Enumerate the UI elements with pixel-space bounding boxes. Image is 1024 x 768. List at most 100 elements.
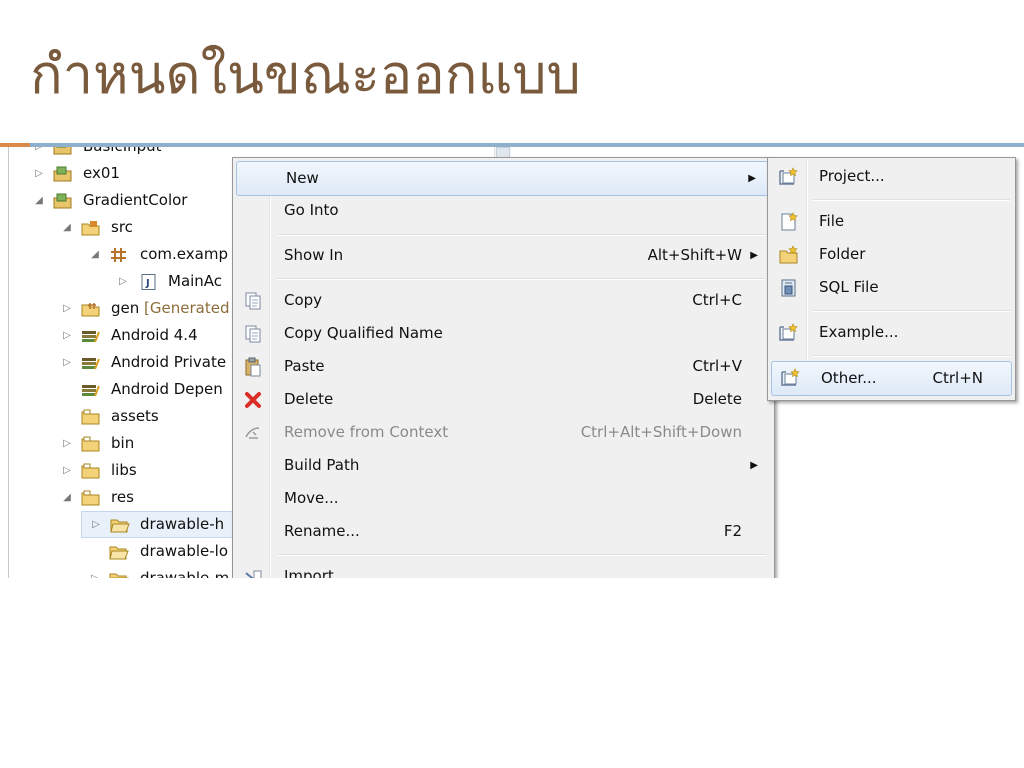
tree-item-label: bin — [111, 434, 135, 452]
tree-item-label: ex01 — [83, 164, 120, 182]
expanded-arrow-icon[interactable]: ◢ — [33, 187, 45, 214]
new-other-icon — [781, 368, 800, 386]
menu-item-label: Copy Qualified Name — [284, 324, 443, 342]
tree-item-label: com.examp — [140, 245, 228, 263]
slide-title: กำหนดในขณะออกแบบ — [30, 43, 581, 106]
android-project-icon — [53, 147, 72, 155]
expanded-arrow-icon[interactable]: ◢ — [61, 214, 73, 241]
submenu-item-label: File — [819, 212, 845, 230]
sql-file-icon — [781, 279, 796, 297]
import-icon — [245, 570, 262, 578]
menu-item-shortcut: F2 — [723, 522, 742, 540]
menu-separator — [277, 554, 765, 556]
collapsed-arrow-icon[interactable]: ▷ — [33, 147, 45, 160]
library-icon — [82, 358, 100, 370]
tree-item-label: MainAc — [168, 272, 223, 290]
menu-item-label: Copy — [284, 291, 323, 309]
collapsed-arrow-icon[interactable]: ▷ — [33, 160, 45, 187]
submenu-separator — [812, 199, 1010, 201]
collapsed-arrow-icon[interactable]: ▷ — [90, 512, 102, 537]
remove-context-icon — [245, 427, 260, 439]
menu-item-build-path[interactable]: Build Path ▶ — [235, 450, 770, 481]
copy-icon — [245, 292, 261, 310]
submenu-separator — [812, 355, 1010, 357]
menu-item-move[interactable]: Move... — [235, 483, 770, 514]
java-file-icon: J — [141, 274, 156, 290]
tree-item-label: Android 4.4 — [111, 326, 198, 344]
submenu-item-other[interactable]: Other... Ctrl+N — [771, 361, 1012, 396]
menu-item-show-in[interactable]: Show In Alt+Shift+W ▶ — [235, 240, 770, 271]
folder-icon — [81, 490, 100, 506]
menu-item-rename[interactable]: Rename... F2 — [235, 516, 770, 547]
menu-item-shortcut: Delete — [692, 390, 742, 408]
library-icon — [82, 331, 100, 343]
menu-item-go-into[interactable]: Go Into — [235, 195, 770, 226]
collapsed-arrow-icon[interactable]: ▷ — [61, 322, 73, 349]
menu-separator — [277, 278, 765, 280]
menu-item-label: Rename... — [284, 522, 360, 540]
tree-item-label: assets — [111, 407, 159, 425]
submenu-arrow-icon: ▶ — [750, 250, 758, 261]
collapsed-arrow-icon[interactable]: ▷ — [89, 565, 101, 578]
menu-item-copy-qualified-name[interactable]: Copy Qualified Name — [235, 318, 770, 349]
tree-item-label: libs — [111, 461, 137, 479]
menu-item-import[interactable]: Import... — [235, 561, 770, 578]
submenu-item-label: Other... — [821, 369, 877, 387]
tree-item-decoration: [Generated — [144, 299, 230, 317]
menu-item-copy[interactable]: Copy Ctrl+C — [235, 285, 770, 316]
submenu-item-label: SQL File — [819, 278, 879, 296]
menu-item-label: New — [286, 169, 319, 187]
expanded-arrow-icon[interactable]: ◢ — [61, 484, 73, 511]
submenu-item-file[interactable]: File — [770, 206, 1011, 237]
package-icon — [111, 248, 126, 262]
expanded-arrow-icon[interactable]: ◢ — [89, 241, 101, 268]
menu-item-paste[interactable]: Paste Ctrl+V — [235, 351, 770, 382]
submenu-item-label: Project... — [819, 167, 885, 185]
collapsed-arrow-icon[interactable]: ▷ — [61, 295, 73, 322]
tree-item-label: BasicInput — [83, 147, 162, 160]
menu-item-remove-from-context[interactable]: Remove from Context Ctrl+Alt+Shift+Down — [235, 417, 770, 448]
menu-item-shortcut: Alt+Shift+W — [647, 246, 742, 264]
menu-item-shortcut: Ctrl+V — [692, 357, 742, 375]
folder-icon — [81, 436, 100, 452]
folder-icon — [81, 463, 100, 479]
menu-item-label: Paste — [284, 357, 325, 375]
tree-item-label: gen — [111, 299, 145, 317]
tree-item-label: Android Depen — [111, 380, 223, 398]
submenu-item-folder[interactable]: Folder — [770, 239, 1011, 270]
collapsed-arrow-icon[interactable]: ▷ — [61, 430, 73, 457]
menu-item-label: Move... — [284, 489, 339, 507]
delete-icon — [245, 392, 261, 408]
submenu-item-sql-file[interactable]: SQL File — [770, 272, 1011, 303]
new-folder-icon — [779, 245, 798, 264]
menu-item-delete[interactable]: Delete Delete — [235, 384, 770, 415]
new-example-icon — [779, 323, 798, 341]
menu-item-label: Build Path — [284, 456, 360, 474]
menu-item-label: Delete — [284, 390, 334, 408]
new-submenu: Project... File Folder SQL File Example.… — [767, 157, 1016, 401]
eclipse-screenshot: ▷ BasicInput ▷ ex01 ◢ GradientColor ◢ sr… — [0, 147, 1024, 578]
context-menu: New ▶ Go Into Show In Alt+Shift+W ▶ Copy… — [232, 157, 775, 578]
android-project-icon — [53, 193, 72, 209]
submenu-item-shortcut: Ctrl+N — [932, 369, 983, 387]
menu-separator — [277, 234, 765, 236]
submenu-arrow-icon: ▶ — [748, 173, 756, 184]
tree-item-label: res — [111, 488, 134, 506]
source-folder-icon — [81, 221, 100, 236]
menu-item-label: Go Into — [284, 201, 339, 219]
source-folder-icon — [81, 303, 100, 317]
collapsed-arrow-icon[interactable]: ▷ — [61, 349, 73, 376]
new-project-icon — [779, 167, 798, 185]
copy-qualified-name-icon — [245, 325, 261, 343]
svg-text:J: J — [145, 278, 150, 289]
submenu-separator — [812, 310, 1010, 312]
collapsed-arrow-icon[interactable]: ▷ — [61, 457, 73, 484]
submenu-item-example[interactable]: Example... — [770, 317, 1011, 348]
menu-item-new[interactable]: New ▶ — [236, 161, 769, 196]
tree-item-label: GradientColor — [83, 191, 188, 209]
menu-item-shortcut: Ctrl+C — [692, 291, 742, 309]
submenu-item-project[interactable]: Project... — [770, 161, 1011, 192]
android-project-icon — [53, 166, 72, 182]
collapsed-arrow-icon[interactable]: ▷ — [117, 268, 129, 295]
folder-icon — [81, 409, 100, 425]
